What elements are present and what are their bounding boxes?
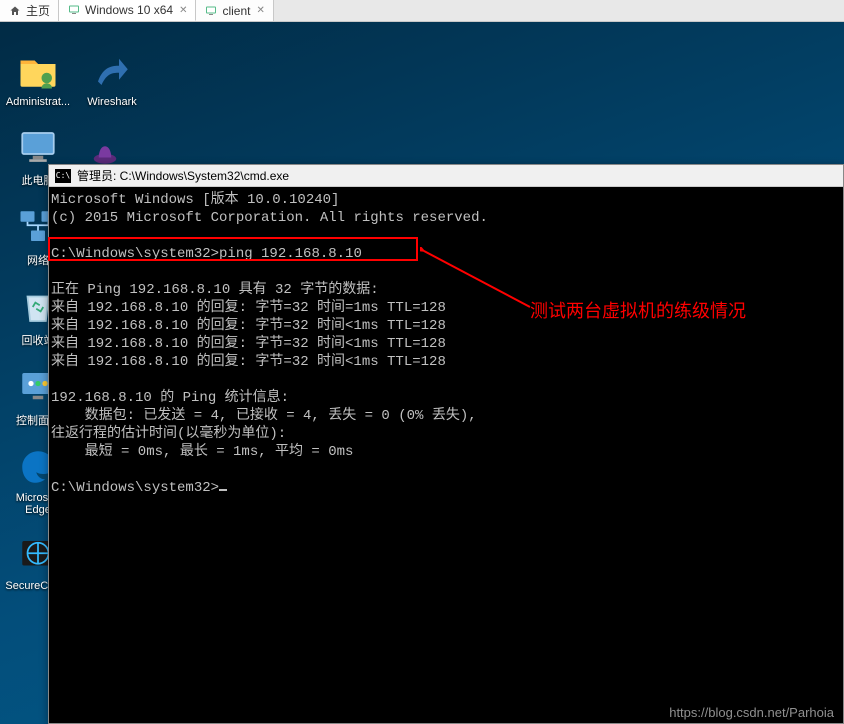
icon-label: Administrat... (6, 96, 70, 108)
cmd-output[interactable]: Microsoft Windows [版本 10.0.10240] (c) 20… (49, 187, 843, 723)
cmd-line: 来自 192.168.8.10 的回复: 字节=32 时间=1ms TTL=12… (51, 300, 446, 316)
cmd-line: 往返行程的估计时间(以毫秒为单位): (51, 426, 286, 442)
cmd-window[interactable]: C:\ 管理员: C:\Windows\System32\cmd.exe Mic… (48, 164, 844, 724)
close-icon[interactable]: ✕ (256, 5, 264, 16)
cmd-line: 最短 = 0ms, 最长 = 1ms, 平均 = 0ms (51, 444, 353, 460)
cmd-cursor (219, 489, 227, 491)
folder-user-icon (17, 50, 59, 92)
cmd-line: 正在 Ping 192.168.8.10 具有 32 字节的数据: (51, 282, 379, 298)
cmd-line: C:\Windows\system32> (51, 480, 219, 496)
cmd-line: 来自 192.168.8.10 的回复: 字节=32 时间<1ms TTL=12… (51, 318, 446, 334)
cmd-line: 192.168.8.10 的 Ping 统计信息: (51, 390, 289, 406)
cmd-line: 来自 192.168.8.10 的回复: 字节=32 时间<1ms TTL=12… (51, 336, 446, 352)
cmd-line: Microsoft Windows [版本 10.0.10240] (51, 192, 339, 208)
desktop-icon-wireshark[interactable]: Wireshark (80, 50, 144, 108)
pc-icon (17, 126, 59, 168)
vm-tab-bar: 主页 Windows 10 x64 ✕ client ✕ (0, 0, 844, 22)
cmd-icon: C:\ (55, 169, 71, 183)
home-icon (8, 4, 22, 18)
vm-icon (204, 4, 218, 18)
cmd-line: C:\Windows\system32>ping 192.168.8.10 (51, 246, 362, 262)
close-icon[interactable]: ✕ (179, 5, 187, 16)
tab-client-label: client (222, 4, 250, 18)
cmd-title-text: 管理员: C:\Windows\System32\cmd.exe (77, 167, 289, 184)
watermark: https://blog.csdn.net/Parhoia (669, 705, 834, 720)
icon-label: 网络 (27, 252, 49, 268)
icon-label: Wireshark (87, 96, 137, 108)
tab-windows10-label: Windows 10 x64 (85, 3, 173, 17)
tab-client[interactable]: client ✕ (196, 0, 273, 21)
cmd-line: (c) 2015 Microsoft Corporation. All righ… (51, 210, 488, 226)
cmd-line: 来自 192.168.8.10 的回复: 字节=32 时间<1ms TTL=12… (51, 354, 446, 370)
desktop-icon-administrator[interactable]: Administrat... (6, 50, 70, 108)
cmd-title-bar[interactable]: C:\ 管理员: C:\Windows\System32\cmd.exe (49, 165, 843, 187)
tab-home-label: 主页 (26, 2, 50, 19)
tab-home[interactable]: 主页 (0, 0, 59, 21)
vm-desktop: Administrat... 此电脑 网络 回收站 控制面板 (0, 22, 844, 724)
wireshark-icon (91, 50, 133, 92)
tab-windows10[interactable]: Windows 10 x64 ✕ (59, 0, 196, 21)
vm-icon (67, 3, 81, 17)
cmd-line: 数据包: 已发送 = 4, 已接收 = 4, 丢失 = 0 (0% 丢失), (51, 408, 477, 424)
